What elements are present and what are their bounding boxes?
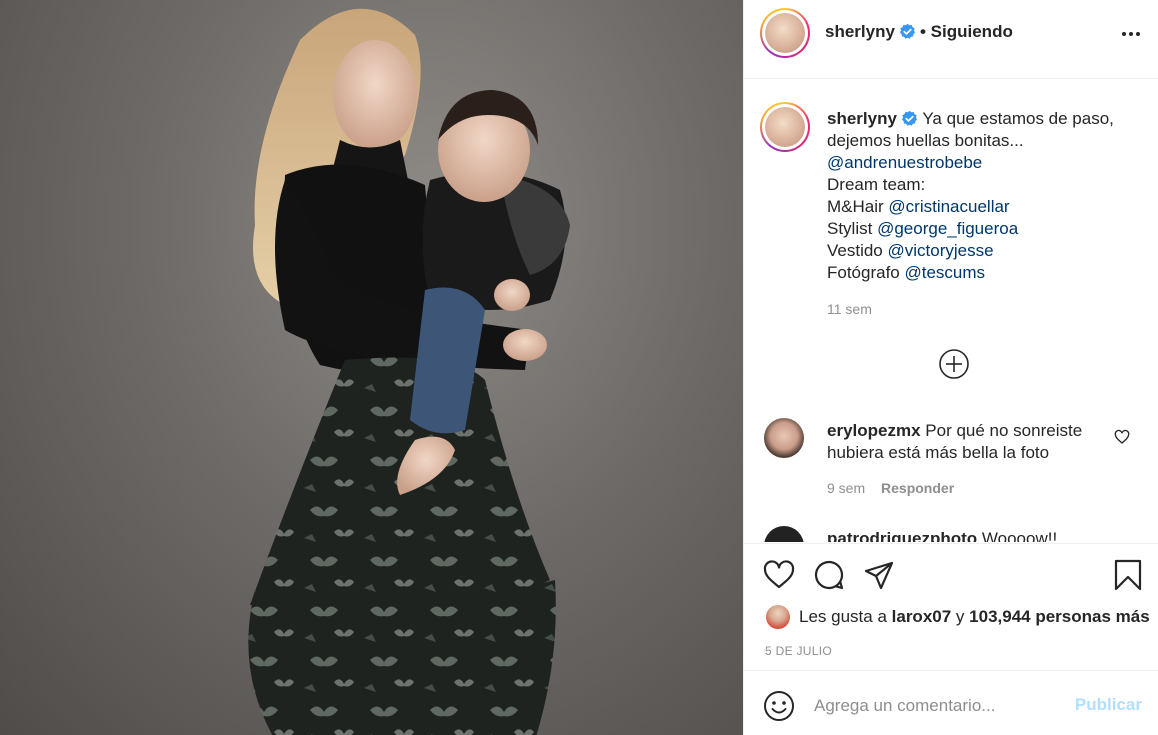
credit-role: M&Hair [827, 197, 884, 216]
photo-mother-and-baby [248, 8, 570, 735]
mention-victoryjesse[interactable]: @victoryjesse [888, 241, 994, 260]
comment-item: erylopezmx Por qué no sonreiste hubiera … [827, 420, 1107, 464]
more-options-icon[interactable] [1121, 26, 1141, 42]
post-date[interactable]: 5 DE JULIO [765, 644, 832, 658]
mention-tescums[interactable]: @tescums [905, 263, 986, 282]
comment-timestamp[interactable]: 9 sem [827, 480, 865, 496]
caption-username[interactable]: sherlyny [827, 109, 897, 128]
likes-count[interactable]: 103,944 personas más [969, 607, 1150, 626]
credit-role: Vestido [827, 241, 883, 260]
liker-avatar[interactable] [766, 605, 790, 629]
commenter-avatar[interactable] [764, 418, 804, 458]
credit-role: Stylist [827, 219, 873, 238]
author-avatar[interactable] [760, 8, 810, 58]
author-username[interactable]: sherlyny [825, 22, 895, 41]
verified-badge-icon [901, 110, 918, 126]
verified-badge-icon [899, 23, 916, 39]
heart-icon[interactable] [763, 559, 795, 591]
caption-text-line1: Ya que estamos de paso, [922, 109, 1114, 128]
smiley-icon[interactable] [763, 690, 795, 722]
mention-cristinacuellar[interactable]: @cristinacuellar [888, 197, 1009, 216]
commenter-avatar[interactable] [764, 526, 804, 542]
plus-circle-icon[interactable] [938, 348, 970, 380]
comment-input[interactable] [814, 689, 1064, 723]
add-comment-bar: Publicar [744, 670, 1158, 735]
comment-username[interactable]: erylopezmx [827, 421, 921, 440]
caption-author-avatar[interactable] [760, 102, 810, 152]
reply-button[interactable]: Responder [881, 480, 954, 496]
follow-status[interactable]: • Siguiendo [920, 22, 1013, 42]
likes-summary[interactable]: Les gusta a larox07 y 103,944 personas m… [766, 603, 1150, 631]
paper-plane-icon[interactable] [863, 559, 895, 591]
mention-george-figueroa[interactable]: @george_figueroa [877, 219, 1018, 238]
comment-username[interactable]: patrodriguezphoto [827, 529, 977, 542]
comments-list[interactable]: sherlyny Ya que estamos de paso, dejemos… [744, 80, 1158, 542]
dream-team-label: Dream team: [827, 175, 926, 194]
caption-text-line2: dejemos huellas bonitas... [827, 131, 1024, 150]
comment-like-heart-icon[interactable] [1114, 429, 1130, 445]
comment-bubble-icon[interactable] [813, 559, 845, 591]
comment-text: Woooow!! [981, 529, 1058, 542]
likes-connector: y [955, 607, 965, 626]
comment-item: patrodriguezphoto Woooow!! [827, 528, 1057, 542]
mention-andrenuestrobebe[interactable]: @andrenuestrobebe [827, 153, 982, 172]
post-caption: sherlyny Ya que estamos de paso, dejemos… [827, 108, 1137, 284]
caption-timestamp[interactable]: 11 sem [827, 301, 872, 317]
comment-meta: 9 sem Responder [827, 480, 954, 496]
bookmark-icon[interactable] [1112, 559, 1144, 591]
post-photo[interactable] [0, 0, 743, 735]
post-side-panel: sherlyny • Siguiendo sherlyny Ya que est… [743, 0, 1158, 735]
liker-username[interactable]: larox07 [892, 607, 952, 626]
post-header: sherlyny • Siguiendo [744, 0, 1158, 79]
likes-prefix: Les gusta a [799, 607, 887, 626]
author-username-link[interactable]: sherlyny [825, 22, 916, 42]
instagram-post: sherlyny • Siguiendo sherlyny Ya que est… [0, 0, 1158, 735]
publish-button[interactable]: Publicar [1075, 695, 1142, 715]
post-actions: Les gusta a larox07 y 103,944 personas m… [744, 543, 1158, 670]
credit-role: Fotógrafo [827, 263, 900, 282]
